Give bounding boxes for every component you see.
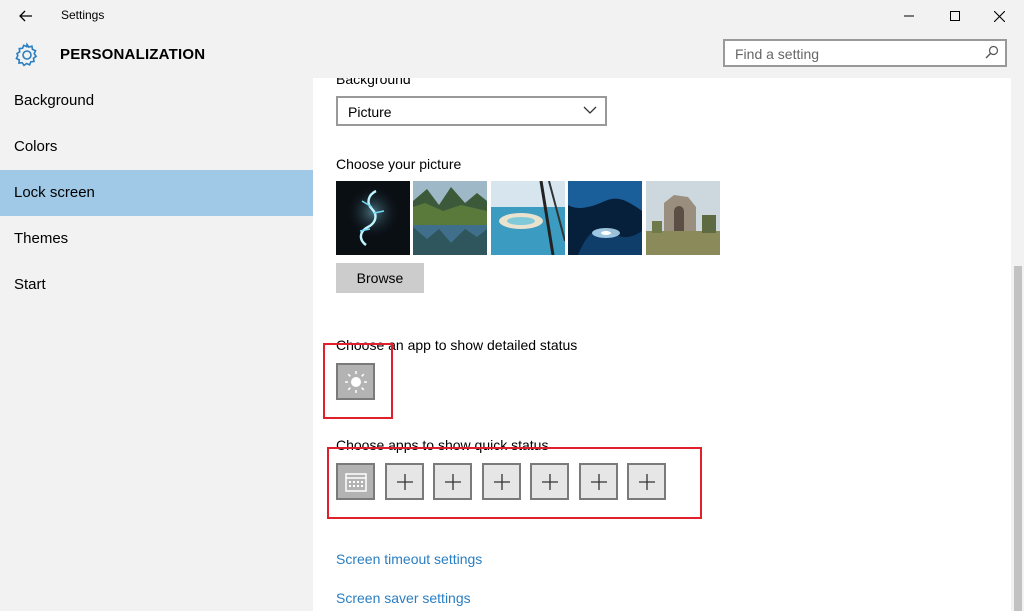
close-icon	[993, 10, 1005, 22]
search-box[interactable]	[723, 39, 1007, 67]
content-scrollbar[interactable]	[1011, 78, 1024, 611]
picture-thumbnail-stone-ruins[interactable]	[646, 181, 720, 255]
scrollbar-thumb[interactable]	[1014, 266, 1022, 611]
back-arrow-icon	[19, 10, 32, 22]
search-icon[interactable]	[985, 45, 999, 59]
maximize-icon	[950, 11, 960, 21]
choose-picture-label: Choose your picture	[336, 156, 462, 172]
background-dropdown[interactable]: Picture	[336, 96, 607, 126]
minimize-button[interactable]	[886, 0, 932, 32]
picture-thumbnail-mountain-lake[interactable]	[413, 181, 487, 255]
sidebar: Background Colors Lock screen Themes Sta…	[0, 78, 313, 611]
picture-thumbnail-dragon[interactable]	[336, 181, 410, 255]
detailed-status-highlight	[323, 343, 393, 419]
picture-thumbnail-coastal-aerial[interactable]	[491, 181, 565, 255]
back-button[interactable]	[12, 4, 40, 28]
sidebar-item-background[interactable]: Background	[0, 78, 313, 124]
screen-saver-settings-link[interactable]: Screen saver settings	[336, 590, 471, 606]
background-label: Background	[336, 78, 411, 87]
minimize-icon	[904, 15, 914, 17]
sidebar-item-colors[interactable]: Colors	[0, 124, 313, 170]
search-input[interactable]	[733, 44, 977, 64]
title-bar: Settings	[0, 0, 1024, 32]
window-title: Settings	[61, 8, 105, 22]
page-title: PERSONALIZATION	[60, 46, 206, 63]
picture-thumbnail-ice-cave[interactable]	[568, 181, 642, 255]
browse-button[interactable]: Browse	[336, 263, 424, 293]
maximize-button[interactable]	[932, 0, 978, 32]
gear-icon	[15, 42, 38, 67]
quick-status-highlight	[327, 447, 702, 519]
content-panel: Background Picture Choose your picture B…	[313, 78, 1011, 611]
chevron-down-icon	[583, 106, 597, 114]
screen-timeout-settings-link[interactable]: Screen timeout settings	[336, 551, 482, 567]
background-dropdown-value: Picture	[348, 104, 392, 120]
sidebar-item-start[interactable]: Start	[0, 262, 313, 308]
page-header: PERSONALIZATION	[0, 32, 1024, 78]
close-button[interactable]	[976, 0, 1022, 32]
sidebar-item-themes[interactable]: Themes	[0, 216, 313, 262]
sidebar-item-lock-screen[interactable]: Lock screen	[0, 170, 313, 216]
